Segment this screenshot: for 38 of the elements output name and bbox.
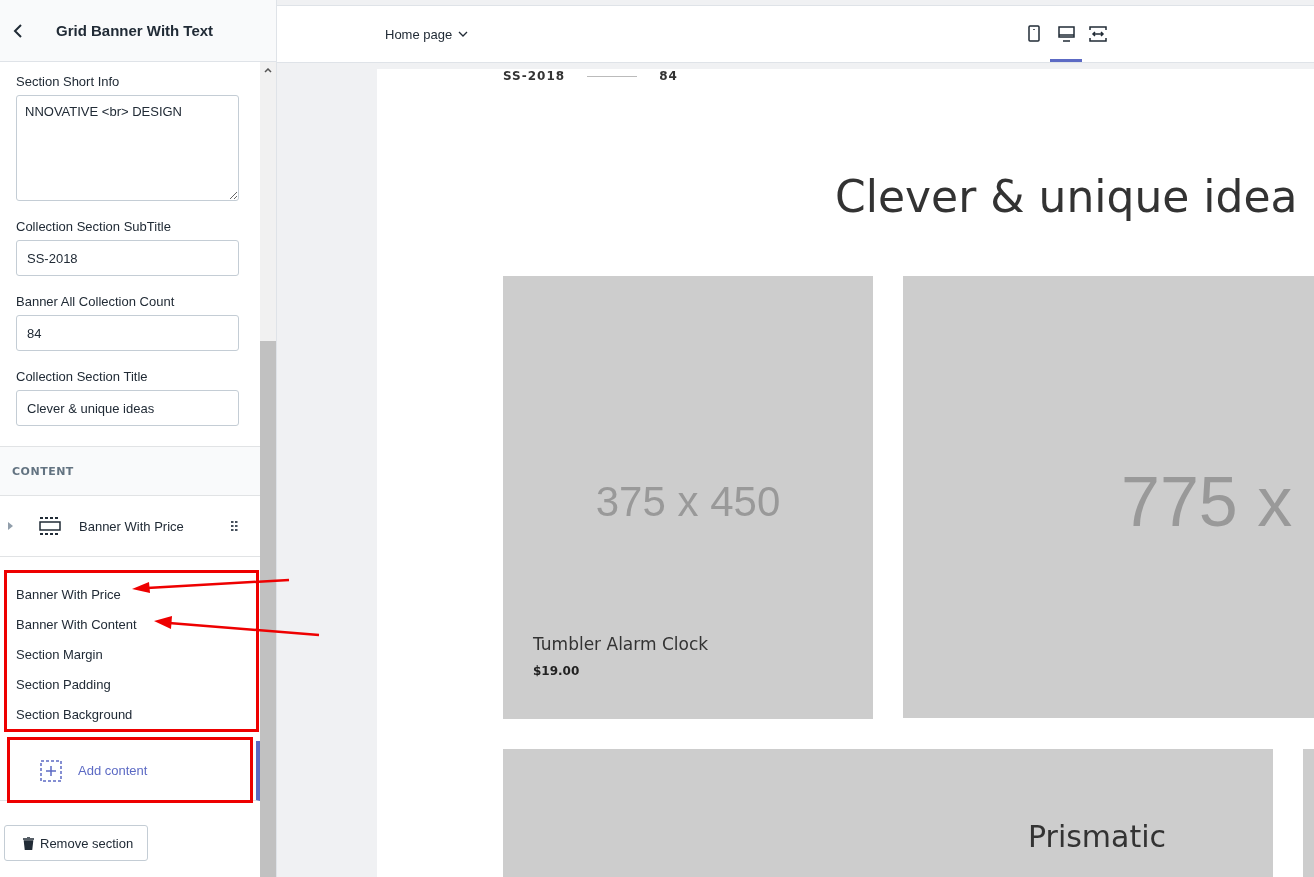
drag-handle-icon[interactable]: [231, 521, 238, 531]
block-option[interactable]: Banner With Price: [16, 579, 121, 609]
scrollbar[interactable]: [260, 62, 276, 877]
input-field[interactable]: Clever & unique ideas: [16, 390, 239, 426]
field-label: Collection Section SubTitle: [16, 219, 172, 234]
field-label: Section Short Info: [16, 74, 121, 89]
field-label: Collection Section Title: [16, 369, 149, 384]
collection-title: Clever & unique idea: [835, 171, 1299, 222]
input-field[interactable]: SS-2018: [16, 240, 239, 276]
collection-count: 84: [659, 69, 678, 83]
add-icon: [40, 759, 62, 782]
block-option[interactable]: Section Background: [16, 699, 133, 729]
back-icon: [13, 23, 23, 38]
section-title: Grid Banner With Text: [56, 22, 214, 39]
content-banner[interactable]: Prismatic: [503, 749, 1273, 877]
add-content-button[interactable]: Add content: [0, 741, 260, 801]
scroll-up-icon[interactable]: [264, 68, 272, 73]
remove-section-button[interactable]: Remove section: [4, 825, 149, 861]
trash-icon: [23, 836, 34, 850]
product-price: $19.00: [533, 664, 581, 678]
input-field[interactable]: 84: [16, 315, 239, 351]
fullscreen-icon: [1089, 25, 1108, 42]
product-name: Tumbler Alarm Clock: [533, 634, 709, 654]
desktop-icon: [1057, 25, 1075, 42]
collection-subtitle: SS-2018: [503, 69, 566, 83]
banner-heading: Prismatic: [1028, 819, 1168, 854]
mobile-icon: [1028, 25, 1041, 42]
banner-icon: [39, 517, 61, 535]
block-option[interactable]: Section Padding: [16, 669, 111, 699]
expand-icon: [8, 522, 13, 530]
textarea-field[interactable]: NNOVATIVE <br> DESIGN: [16, 95, 239, 201]
chevron-down-icon: [458, 31, 469, 37]
block-option[interactable]: Section Margin: [16, 639, 103, 669]
page-dropdown[interactable]: Home page: [385, 26, 469, 42]
content-block[interactable]: Banner With Price: [0, 495, 260, 557]
content-heading: CONTENT: [0, 447, 260, 495]
block-option[interactable]: Banner With Content: [16, 609, 137, 639]
field-label: Banner All Collection Count: [16, 294, 176, 309]
